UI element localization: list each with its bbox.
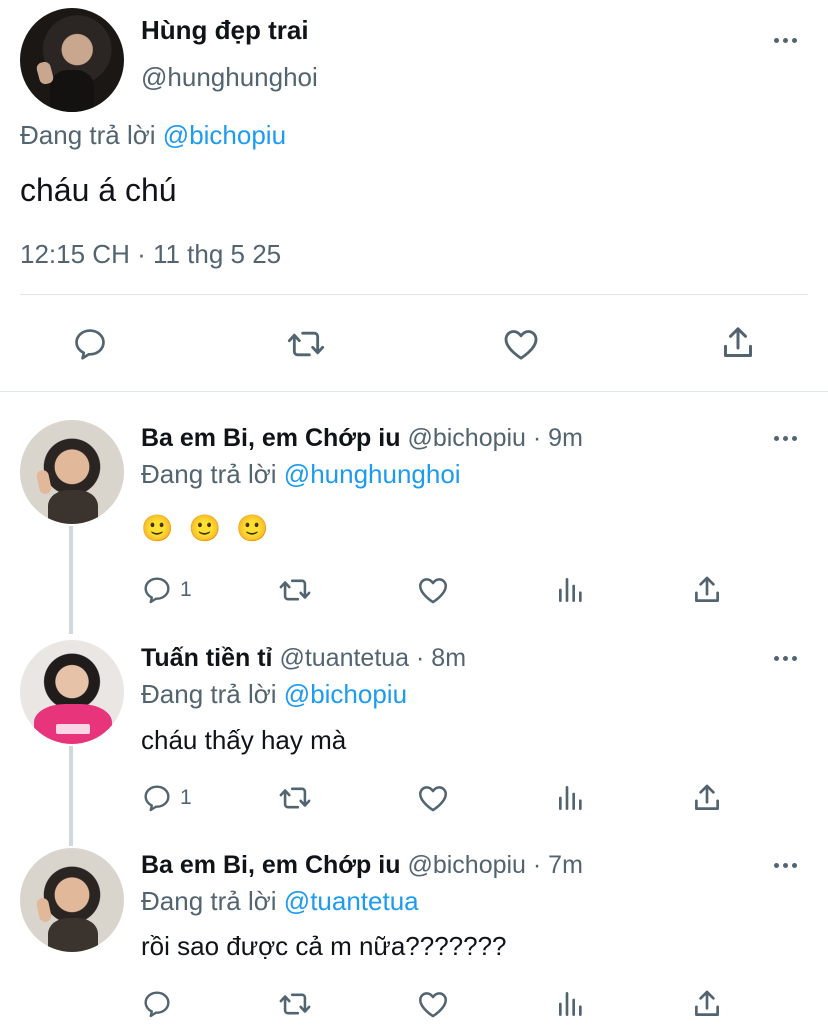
- like-icon[interactable]: [416, 573, 450, 607]
- reply-icon[interactable]: [71, 325, 109, 363]
- share-icon[interactable]: [718, 323, 758, 363]
- reply-meta[interactable]: @bichopiu · 9m: [407, 424, 582, 452]
- reply-icon[interactable]: [141, 988, 173, 1020]
- reply-text: cháu thấy hay mà: [141, 725, 347, 755]
- like-icon[interactable]: [501, 324, 541, 364]
- main-display-name[interactable]: Hùng đẹp trai: [141, 15, 309, 46]
- views-icon[interactable]: [555, 782, 587, 814]
- reply-icon[interactable]: [141, 782, 173, 814]
- divider: [0, 391, 828, 392]
- thread-line: [69, 526, 73, 634]
- views-icon[interactable]: [555, 988, 587, 1020]
- like-icon[interactable]: [416, 781, 450, 815]
- views-icon[interactable]: [555, 574, 587, 606]
- reply-header: Tuấn tiền tỉ @tuantetua · 8m: [141, 644, 466, 673]
- reply-display-name[interactable]: Ba em Bi, em Chớp iu: [141, 424, 401, 452]
- reply-context: Đang trả lời @hunghunghoi: [141, 459, 461, 490]
- more-icon[interactable]: [768, 855, 808, 875]
- more-icon[interactable]: [768, 30, 808, 50]
- reply-meta[interactable]: @tuantetua · 8m: [279, 644, 466, 672]
- divider: [20, 294, 808, 295]
- avatar-reply[interactable]: [20, 420, 124, 524]
- main-reply-context: Đang trả lời @bichopiu: [20, 120, 286, 151]
- main-tweet-text: cháu á chú: [20, 172, 177, 208]
- reply-context: Đang trả lời @bichopiu: [141, 679, 407, 710]
- reply-meta[interactable]: @bichopiu · 7m: [407, 851, 582, 879]
- retweet-icon[interactable]: [277, 781, 313, 815]
- reply-header: Ba em Bi, em Chớp iu @bichopiu · 7m: [141, 851, 583, 880]
- reply-prefix: Đang trả lời: [20, 120, 156, 150]
- reply-context: Đang trả lời @tuantetua: [141, 886, 419, 917]
- reply-prefix: Đang trả lời: [141, 886, 277, 916]
- share-icon[interactable]: [690, 781, 724, 815]
- reply-icon[interactable]: [141, 574, 173, 606]
- reply-to-link[interactable]: @bichopiu: [284, 679, 407, 709]
- main-timestamp[interactable]: 12:15 CH · 11 thg 5 25: [20, 239, 281, 270]
- thread-line: [69, 746, 73, 846]
- reply-prefix: Đang trả lời: [141, 459, 277, 489]
- reply-text: rồi sao được cả m nữa???????: [141, 931, 507, 961]
- reply-to-link[interactable]: @hunghunghoi: [284, 459, 461, 489]
- reply-text: 🙂 🙂 🙂: [141, 513, 273, 543]
- reply-count: 1: [180, 786, 192, 809]
- share-icon[interactable]: [690, 573, 724, 607]
- retweet-icon[interactable]: [277, 987, 313, 1021]
- reply-to-link[interactable]: @bichopiu: [163, 120, 286, 150]
- avatar-reply[interactable]: [20, 848, 124, 952]
- more-icon[interactable]: [768, 428, 808, 448]
- retweet-icon[interactable]: [285, 324, 327, 364]
- main-handle[interactable]: @hunghunghoi: [141, 62, 318, 93]
- reply-to-link[interactable]: @tuantetua: [284, 886, 419, 916]
- reply-count: 1: [180, 578, 192, 601]
- reply-header: Ba em Bi, em Chớp iu @bichopiu · 9m: [141, 424, 583, 453]
- avatar-main[interactable]: [20, 8, 124, 112]
- share-icon[interactable]: [690, 987, 724, 1021]
- reply-prefix: Đang trả lời: [141, 679, 277, 709]
- more-icon[interactable]: [768, 648, 808, 668]
- retweet-icon[interactable]: [277, 573, 313, 607]
- reply-display-name[interactable]: Tuấn tiền tỉ: [141, 644, 272, 672]
- like-icon[interactable]: [416, 987, 450, 1021]
- reply-display-name[interactable]: Ba em Bi, em Chớp iu: [141, 851, 401, 879]
- avatar-reply[interactable]: [20, 640, 124, 744]
